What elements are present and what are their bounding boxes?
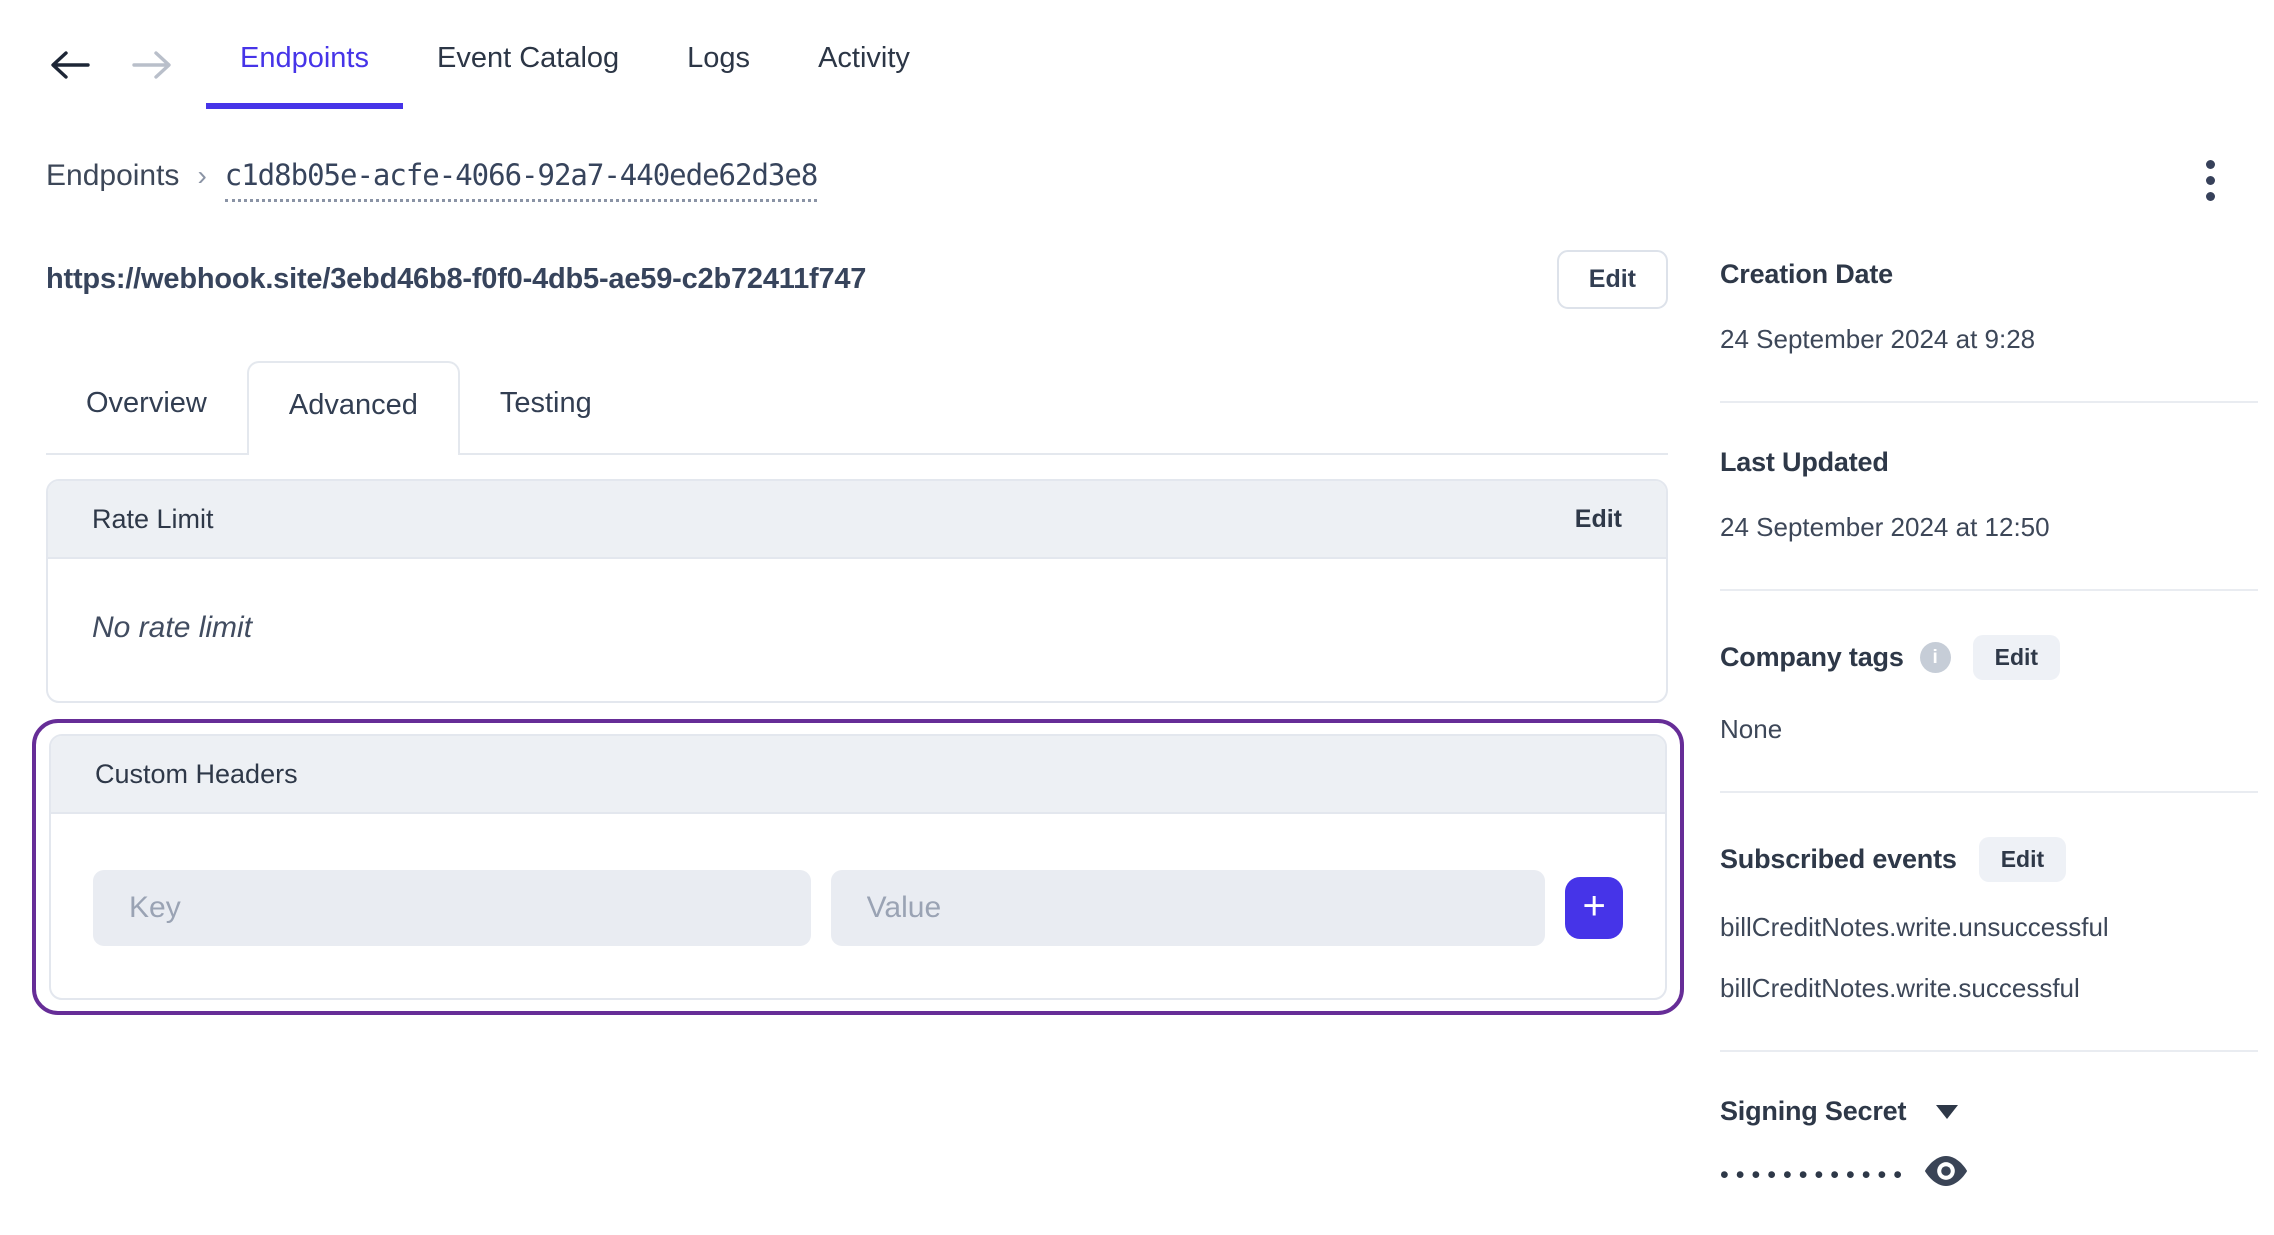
custom-headers-card: Custom Headers + <box>49 734 1667 1000</box>
subscribed-events-label: Subscribed events <box>1720 844 1957 874</box>
main-content: Endpoints › c1d8b05e-acfe-4066-92a7-440e… <box>32 0 1684 1015</box>
company-tags-section: Company tags i Edit None <box>1720 589 2258 791</box>
company-tags-value: None <box>1720 714 1783 744</box>
last-updated-value: 24 September 2024 at 12:50 <box>1720 512 2050 542</box>
creation-date-section: Creation Date 24 September 2024 at 9:28 <box>1720 245 2258 401</box>
signing-secret-row: •••••••••••• <box>1720 1153 2258 1189</box>
breadcrumb: Endpoints › c1d8b05e-acfe-4066-92a7-440e… <box>46 158 1668 202</box>
last-updated-section: Last Updated 24 September 2024 at 12:50 <box>1720 401 2258 589</box>
rate-limit-card: Rate Limit Edit No rate limit <box>46 479 1668 703</box>
signing-secret-masked-value: •••••••••••• <box>1720 1160 1910 1189</box>
rate-limit-edit-button[interactable]: Edit <box>1575 505 1622 534</box>
breadcrumb-separator: › <box>197 160 207 191</box>
endpoint-url-row: https://webhook.site/3ebd46b8-f0f0-4db5-… <box>46 250 1668 309</box>
tab-overview[interactable]: Overview <box>46 361 247 453</box>
rate-limit-title: Rate Limit <box>92 503 214 534</box>
breadcrumb-endpoint-id[interactable]: c1d8b05e-acfe-4066-92a7-440ede62d3e8 <box>224 158 818 202</box>
header-value-input[interactable] <box>830 870 1546 946</box>
rate-limit-empty-text: No rate limit <box>92 611 253 644</box>
tab-advanced[interactable]: Advanced <box>246 361 460 455</box>
company-tags-label: Company tags <box>1720 642 1904 672</box>
rate-limit-body: No rate limit <box>48 559 1666 701</box>
last-updated-label: Last Updated <box>1720 447 1889 477</box>
tab-testing[interactable]: Testing <box>460 361 632 453</box>
reveal-secret-eye-icon[interactable] <box>1923 1153 1969 1189</box>
custom-headers-body: + <box>51 814 1665 998</box>
breadcrumb-endpoints-link[interactable]: Endpoints <box>46 159 179 193</box>
signing-secret-section: Signing Secret •••••••••••• <box>1720 1050 2258 1235</box>
endpoint-url: https://webhook.site/3ebd46b8-f0f0-4db5-… <box>46 263 867 295</box>
rate-limit-card-header: Rate Limit Edit <box>48 481 1666 559</box>
add-header-button[interactable]: + <box>1565 877 1623 939</box>
subscribed-events-section: Subscribed events Edit billCreditNotes.w… <box>1720 791 2258 1050</box>
custom-headers-title: Custom Headers <box>95 758 298 789</box>
details-sidebar: Creation Date 24 September 2024 at 9:28 … <box>1720 245 2258 1235</box>
custom-headers-highlight-outline: Custom Headers + <box>32 719 1684 1015</box>
signing-secret-label: Signing Secret <box>1720 1096 1907 1126</box>
subscribed-events-edit-button[interactable]: Edit <box>1978 837 2067 882</box>
detail-tab-bar: Overview Advanced Testing <box>46 361 1668 455</box>
header-key-input[interactable] <box>93 870 811 946</box>
edit-url-button[interactable]: Edit <box>1556 250 1668 309</box>
subscribed-event-item: billCreditNotes.write.successful <box>1720 973 2080 1003</box>
kebab-menu-icon[interactable] <box>2198 156 2223 205</box>
info-icon[interactable]: i <box>1919 642 1951 673</box>
custom-headers-card-header: Custom Headers <box>51 736 1665 814</box>
chevron-down-icon[interactable] <box>1936 1104 1959 1119</box>
creation-date-value: 24 September 2024 at 9:28 <box>1720 324 2036 354</box>
subscribed-event-item: billCreditNotes.write.unsuccessful <box>1720 912 2109 942</box>
creation-date-label: Creation Date <box>1720 259 1893 289</box>
company-tags-edit-button[interactable]: Edit <box>1972 635 2061 680</box>
